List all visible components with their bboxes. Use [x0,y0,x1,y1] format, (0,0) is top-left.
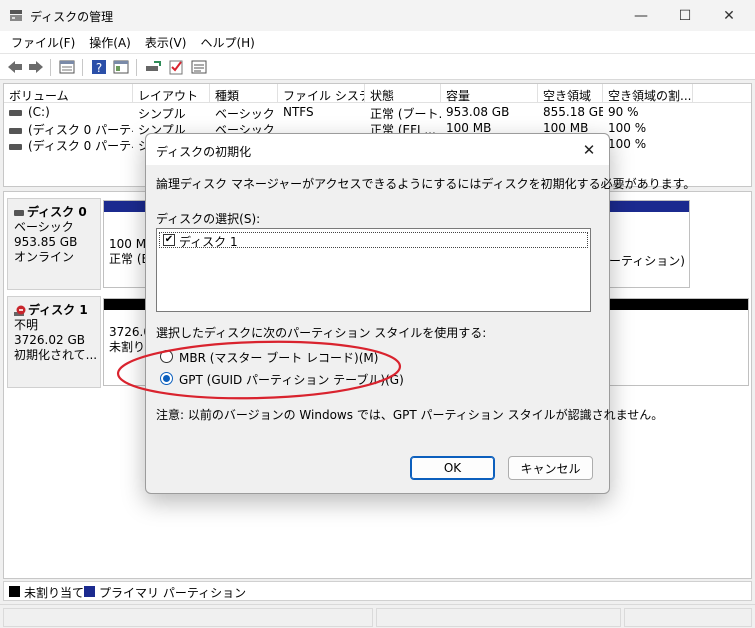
close-icon: ✕ [582,141,596,159]
maximize-icon: ☐ [678,7,692,24]
disk-1-label[interactable]: ディスク 1 不明 3726.02 GB 初期化されて... [7,296,101,388]
legend-unallocated: 未割り当て [24,586,85,600]
ok-button[interactable]: OK [410,456,495,480]
cell-type: ベーシック [215,107,275,121]
back-arrow-icon[interactable] [6,58,24,76]
dialog-title: ディスクの初期化 [156,145,252,159]
cell-percent-free: 100 % [608,121,647,135]
disk-0-type: ベーシック [14,220,74,234]
toolbar-separator [82,59,83,76]
cell-free-space: 855.18 GB [543,105,603,119]
close-icon: ✕ [723,7,735,24]
initialize-disk-dialog: ディスクの初期化 ✕ 論理ディスク マネージャーがアクセスできるようにするにはデ… [145,133,695,494]
dialog-title-bar: ディスクの初期化 ✕ [146,134,609,165]
cell-capacity: 953.08 GB [446,105,510,119]
disk-1-checkbox[interactable]: ✔ [163,234,175,246]
volume-list-header: ボリューム レイアウト 種類 ファイル システム 状態 容量 空き領域 空き領域… [4,84,751,103]
disk-0-name: ディスク 0 [27,205,87,219]
connect-drive-icon[interactable] [144,58,162,76]
compatibility-note: 注意: 以前のバージョンの Windows では、GPT パーティション スタイ… [156,408,664,422]
console-tree-icon[interactable] [58,58,76,76]
minimize-button[interactable]: — [618,0,664,31]
cell-volume: (ディスク 0 パーティシ... [28,139,133,153]
column-header-capacity[interactable]: 容量 [441,84,538,103]
disk-1-name: ディスク 1 [28,303,88,317]
dialog-description: 論理ディスク マネージャーがアクセスできるようにするにはディスクを初期化する必要… [156,177,696,191]
primary-partition-swatch [84,586,95,597]
table-row[interactable]: (C:) シンプル ベーシック NTFS 正常 (ブート... 953.08 G… [4,105,751,121]
forward-arrow-icon[interactable] [27,58,45,76]
disk-management-app-icon [10,10,22,21]
red-annotation-ellipse [116,340,402,400]
menu-view[interactable]: 表示(V) [138,31,194,53]
cell-percent-free: 100 % [608,137,647,151]
volume-drive-icon [9,109,22,116]
status-cell [624,608,752,627]
volume-drive-icon [9,127,22,134]
title-bar: ディスクの管理 — ☐ ✕ [0,0,755,31]
disk-0-label[interactable]: ディスク 0 ベーシック 953.85 GB オンライン [7,198,101,290]
column-header-filesystem[interactable]: ファイル システム [278,84,365,103]
disk-0-status: オンライン [14,250,75,264]
cancel-button[interactable]: キャンセル [508,456,593,480]
list-item[interactable]: ✔ ディスク 1 [159,232,588,249]
toolbar-separator [50,59,51,76]
disk-error-icon [14,305,26,316]
svg-text:?: ? [96,61,102,75]
unallocated-swatch [9,586,20,597]
menu-help[interactable]: ヘルプ(H) [193,31,261,53]
cell-volume: (ディスク 0 パーティシ... [28,123,133,137]
cell-layout: シンプル [138,107,186,121]
disk-1-status: 初期化されて... [14,348,98,362]
menu-bar: ファイル(F) 操作(A) 表示(V) ヘルプ(H) [0,31,755,53]
status-cell [3,608,373,627]
disk-item-label: ディスク 1 [179,235,238,249]
disk-1-size: 3726.02 GB [14,333,85,347]
column-header-percent-free[interactable]: 空き領域の割... [603,84,693,103]
disk-select-listbox[interactable]: ✔ ディスク 1 [156,228,591,312]
cell-status: 正常 (ブート... [370,107,441,121]
disk-1-type: 不明 [14,318,39,332]
show-hide-pane-icon[interactable] [112,58,130,76]
dialog-close-button[interactable]: ✕ [572,137,606,163]
column-header-free-space[interactable]: 空き領域 [538,84,603,103]
cell-filesystem: NTFS [283,105,314,119]
help-icon[interactable]: ? [90,58,108,76]
toolbar: ? [0,53,755,80]
disk-select-label: ディスクの選択(S): [156,212,261,226]
status-cell [376,608,621,627]
menu-file[interactable]: ファイル(F) [4,31,82,53]
disk-drive-icon [14,209,24,216]
minimize-icon: — [634,7,648,24]
legend: 未割り当て プライマリ パーティション [3,581,752,601]
column-header-layout[interactable]: レイアウト [133,84,210,103]
maximize-button[interactable]: ☐ [662,0,708,31]
toolbar-separator [136,59,137,76]
volume-drive-icon [9,143,22,150]
window-title: ディスクの管理 [30,10,114,24]
column-header-volume[interactable]: ボリューム [4,84,133,103]
disk-0-partition-recovery[interactable]: ーティション) [609,252,685,269]
checklist-icon[interactable] [167,58,185,76]
cell-percent-free: 90 % [608,105,639,119]
column-header-status[interactable]: 状態 [365,84,441,103]
close-button[interactable]: ✕ [706,0,752,31]
properties-icon[interactable] [190,58,208,76]
legend-primary: プライマリ パーティション [99,586,247,600]
status-bar [0,604,755,628]
column-header-type[interactable]: 種類 [210,84,278,103]
menu-action[interactable]: 操作(A) [82,31,138,53]
disk-0-size: 953.85 GB [14,235,78,249]
cell-volume: (C:) [28,105,50,119]
